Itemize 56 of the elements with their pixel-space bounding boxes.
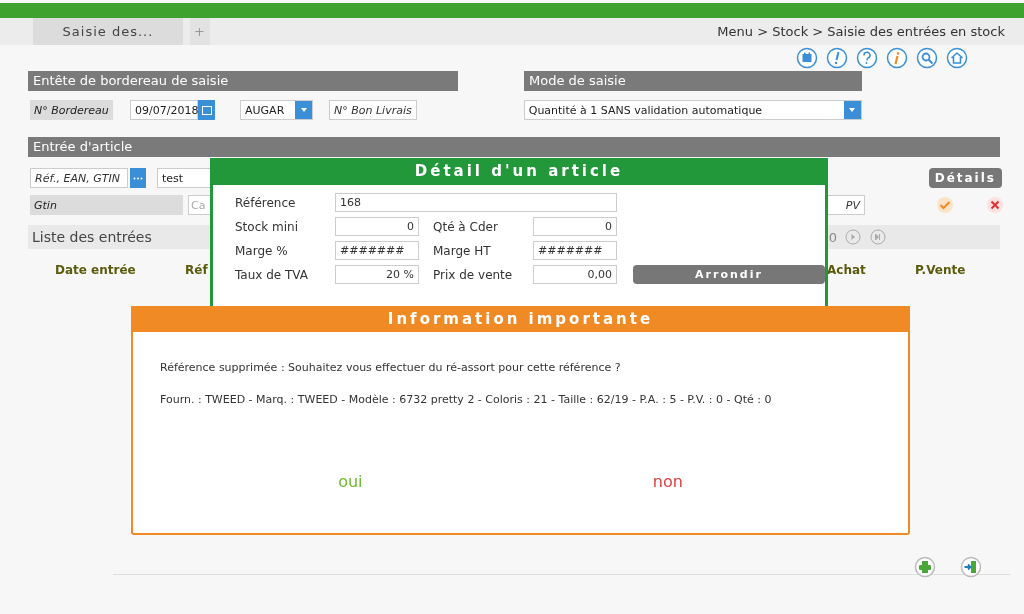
page-number: 0 [828, 229, 837, 245]
field-label: Marge HT [433, 243, 492, 258]
info-icon[interactable] [886, 47, 908, 69]
caret-icon [848, 107, 857, 113]
no-button[interactable]: non [650, 472, 685, 491]
delivery-note-field[interactable]: N° Bon Livrais [329, 100, 417, 120]
list-title: Liste des entrées [31, 229, 152, 245]
field-label: Stock mini [235, 219, 299, 234]
input-field[interactable]: 0 [533, 217, 617, 236]
column-header: Achat [827, 263, 866, 277]
input-field[interactable]: 0 [335, 217, 419, 236]
input-field[interactable]: 20 % [335, 265, 419, 284]
field-label: N° Bordereau [30, 100, 113, 120]
column-header: Réf [185, 263, 208, 277]
home-icon[interactable] [946, 47, 968, 69]
exit-door-icon[interactable] [960, 556, 982, 578]
dialog-message: Référence supprimée : Souhaitez vous effectuer du ré-assort pour cette référence ? [160, 361, 622, 374]
column-header: P.Vente [915, 263, 966, 277]
more-icon [133, 176, 143, 180]
field-label: Référence [235, 195, 297, 210]
tab[interactable]: Saisie des... [33, 18, 183, 45]
caret-icon [299, 107, 308, 113]
date-field[interactable]: 09/07/2018 [130, 100, 198, 120]
calendar-icon [201, 105, 212, 115]
breadcrumb: Menu > Stock > Saisie des entrées en stock [717, 24, 1005, 39]
dialog-details: Fourn. : TWEED - Marq. : TWEED - Modèle : 6732 pretty 2 - Coloris : 21 - Taille : 62/19 - P.A. : 5 - P.V. : 0 - Qté : 0 [160, 393, 773, 406]
help-icon[interactable] [856, 47, 878, 69]
field-label: Taux de TVA [235, 267, 309, 282]
price-field[interactable]: PV [825, 195, 865, 215]
browse-button[interactable] [130, 168, 146, 188]
dialog-title: Détail d'un article [210, 158, 828, 185]
check-icon[interactable] [936, 196, 954, 214]
dialog-title: Information importante [131, 306, 910, 332]
section-header: Entête de bordereau de saisie [28, 71, 458, 91]
next-page-icon[interactable] [845, 229, 861, 245]
calendar-button[interactable] [198, 100, 215, 120]
close-icon[interactable] [986, 196, 1004, 214]
field-label: Prix de vente [433, 267, 514, 282]
column-header: Date entrée [54, 263, 136, 277]
section-header: Mode de saisie [524, 71, 862, 91]
round-button[interactable]: Arrondir [633, 265, 825, 284]
field-label: Qté à Cder [433, 219, 499, 234]
field-label: Marge % [235, 243, 289, 258]
last-page-icon[interactable] [870, 229, 886, 245]
mode-select[interactable]: Quantité à 1 SANS validation automatique [523, 100, 862, 120]
reference-field[interactable]: Réf., EAN, GTIN [30, 168, 128, 188]
supplier-select[interactable]: AUGAR [240, 100, 313, 120]
input-field[interactable]: ####### [533, 241, 617, 260]
details-button[interactable]: Détails [928, 168, 1002, 188]
alert-icon[interactable] [826, 47, 848, 69]
field-label: Gtin [30, 195, 183, 215]
section-header: Entrée d'article [28, 137, 1000, 157]
input-field[interactable]: 0,00 [533, 265, 617, 284]
calendar-icon[interactable] [796, 47, 818, 69]
input-field[interactable]: ####### [335, 241, 419, 260]
input-field[interactable]: 168 [335, 193, 617, 212]
